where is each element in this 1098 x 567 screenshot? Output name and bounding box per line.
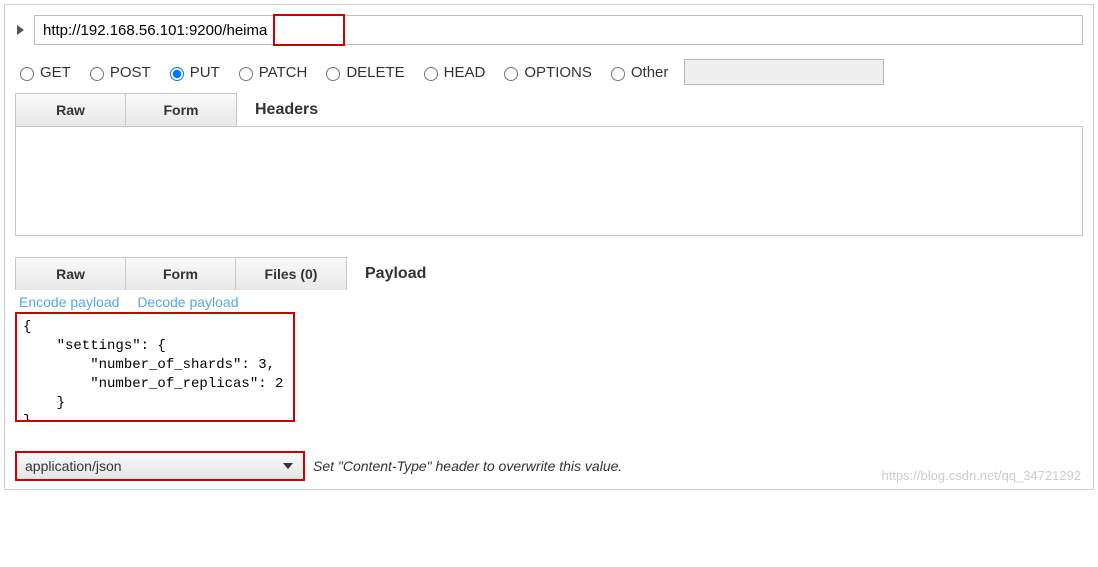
content-type-select[interactable]: application/json: [15, 451, 305, 481]
http-method-group: GET POST PUT PATCH DELETE HEAD OPTIONS O…: [15, 59, 1083, 85]
url-row: [15, 15, 1083, 45]
method-label: HEAD: [444, 64, 486, 81]
headers-tabs: Raw Form: [15, 93, 237, 126]
method-label: OPTIONS: [524, 64, 592, 81]
payload-tab-files[interactable]: Files (0): [236, 258, 346, 290]
watermark: https://blog.csdn.net/qq_34721292: [882, 468, 1082, 483]
payload-tab-form[interactable]: Form: [126, 258, 236, 290]
payload-tab-raw[interactable]: Raw: [16, 258, 126, 290]
method-patch[interactable]: PATCH: [234, 64, 308, 81]
method-post[interactable]: POST: [85, 64, 151, 81]
decode-payload-link[interactable]: Decode payload: [137, 294, 238, 310]
request-panel: GET POST PUT PATCH DELETE HEAD OPTIONS O…: [4, 4, 1094, 490]
payload-textarea[interactable]: [15, 312, 295, 422]
content-type-value: application/json: [25, 458, 122, 474]
method-label: Other: [631, 64, 669, 81]
encode-payload-link[interactable]: Encode payload: [19, 294, 119, 310]
method-label: PUT: [190, 64, 220, 81]
content-type-caption: Set "Content-Type" header to overwrite t…: [313, 458, 622, 474]
method-label: POST: [110, 64, 151, 81]
method-get[interactable]: GET: [15, 64, 71, 81]
headers-title: Headers: [237, 93, 318, 126]
method-label: PATCH: [259, 64, 308, 81]
method-options[interactable]: OPTIONS: [499, 64, 592, 81]
payload-tabs: Raw Form Files (0): [15, 257, 347, 290]
method-other-input[interactable]: [684, 59, 884, 85]
headers-section-header: Raw Form Headers: [15, 93, 1083, 126]
method-other[interactable]: Other: [606, 64, 669, 81]
method-head[interactable]: HEAD: [419, 64, 486, 81]
method-label: DELETE: [346, 64, 404, 81]
expand-icon[interactable]: [17, 25, 24, 35]
method-delete[interactable]: DELETE: [321, 64, 404, 81]
method-put[interactable]: PUT: [165, 64, 220, 81]
headers-textarea[interactable]: [15, 126, 1083, 236]
headers-tab-form[interactable]: Form: [126, 94, 236, 126]
url-input[interactable]: [34, 15, 1083, 45]
method-label: GET: [40, 64, 71, 81]
payload-title: Payload: [347, 257, 426, 290]
payload-links: Encode payload Decode payload: [19, 294, 1083, 310]
headers-tab-raw[interactable]: Raw: [16, 94, 126, 126]
payload-section-header: Raw Form Files (0) Payload: [15, 257, 1083, 290]
